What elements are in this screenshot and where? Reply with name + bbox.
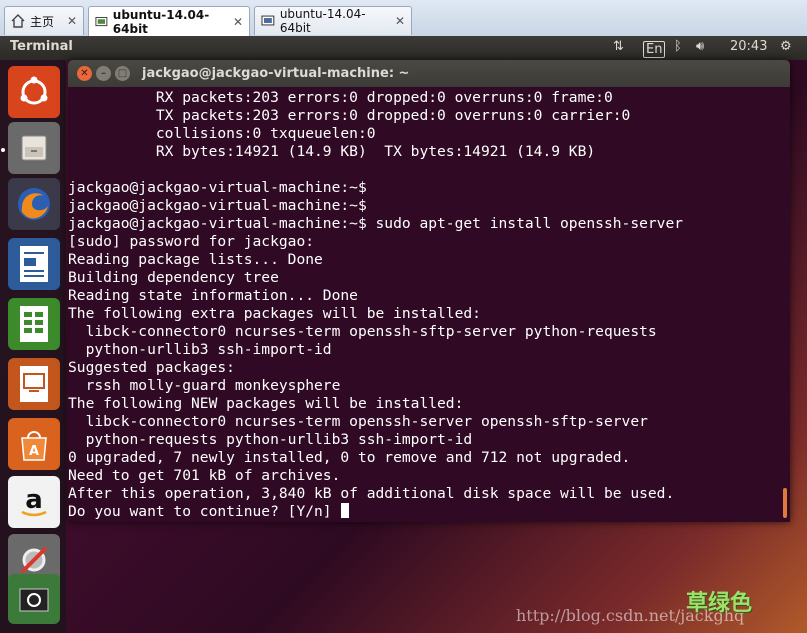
tab-ubuntu-label: ubuntu-14.04-64bit [112, 7, 210, 36]
terminal-line: python-requests python-urllib3 ssh-impor… [68, 431, 473, 448]
terminal-line: RX packets:203 errors:0 dropped:0 overru… [68, 89, 613, 106]
close-icon[interactable]: ✕ [77, 66, 92, 81]
terminal-line: The following NEW packages will be insta… [68, 395, 464, 412]
dash-icon[interactable] [8, 66, 60, 118]
terminal-line: libck-connector0 ncurses-term openssh-sf… [68, 323, 657, 340]
text-cursor [341, 503, 350, 518]
network-icon[interactable]: ⇅ [613, 39, 624, 54]
terminal-line: After this operation, 3,840 kB of additi… [68, 485, 675, 502]
terminal-line: rssh molly-guard monkeysphere [68, 377, 341, 394]
keyboard-layout-indicator[interactable]: En [643, 41, 666, 58]
scrollbar[interactable] [778, 87, 790, 522]
workspace-switcher-icon[interactable] [8, 574, 60, 624]
terminal-line: Need to get 701 kB of archives. [68, 467, 341, 484]
terminal-line: libck-connector0 ncurses-term openssh-se… [68, 413, 648, 430]
active-app-title: Terminal [10, 39, 73, 54]
minimize-icon[interactable]: – [96, 66, 111, 81]
writer-icon[interactable] [8, 238, 60, 290]
terminal-line: python-urllib3 ssh-import-id [68, 341, 332, 358]
terminal-line: [sudo] password for jackgao: [68, 233, 315, 250]
terminal-line: Do you want to continue? [Y/n] [68, 503, 350, 521]
running-indicator [1, 148, 5, 152]
close-tab-icon[interactable]: ✕ [67, 14, 77, 28]
launcher: A a [0, 60, 66, 633]
terminal-line: Suggested packages: [68, 359, 235, 376]
bluetooth-icon[interactable]: ᛒ [674, 39, 682, 54]
maximize-icon[interactable]: □ [115, 66, 130, 81]
calc-icon[interactable] [8, 298, 60, 350]
system-gear-icon[interactable]: ⚙ [780, 39, 792, 54]
terminal-line: jackgao@jackgao-virtual-machine:~$ [68, 179, 367, 196]
tab-ubuntu-2[interactable]: ubuntu-14.04-64bit ✕ [254, 6, 412, 35]
terminal-line: TX packets:203 errors:0 dropped:0 overru… [68, 107, 631, 124]
terminal-line: The following extra packages will be ins… [68, 305, 481, 322]
vm-tab-bar: 主页 ✕ ubuntu-14.04-64bit ✕ ubuntu-14.04-6… [0, 0, 807, 37]
watermark-logo: 草绿色 [686, 591, 753, 616]
close-tab-icon[interactable]: ✕ [395, 14, 405, 28]
scrollbar-thumb[interactable] [783, 488, 787, 518]
terminal-line: collisions:0 txqueuelen:0 [68, 125, 376, 142]
amazon-icon[interactable]: a [8, 476, 60, 528]
terminal-output[interactable]: RX packets:203 errors:0 dropped:0 overru… [68, 87, 778, 522]
vm-icon [95, 16, 108, 26]
terminal-window: ✕ – □ jackgao@jackgao-virtual-machine: ~… [68, 60, 790, 522]
tab-home[interactable]: 主页 ✕ [4, 6, 84, 35]
firefox-icon[interactable] [8, 178, 60, 230]
impress-icon[interactable] [8, 358, 60, 410]
software-center-icon[interactable]: A [8, 418, 60, 470]
terminal-line: Building dependency tree [68, 269, 279, 286]
close-tab-icon[interactable]: ✕ [233, 15, 243, 29]
terminal-line: jackgao@jackgao-virtual-machine:~$ sudo … [68, 215, 684, 232]
tab-ubuntu-active[interactable]: ubuntu-14.04-64bit ✕ [88, 6, 250, 36]
top-panel: Terminal ⇅ En ᛒ 🔊︎ 20:43 ⚙ [0, 36, 807, 60]
terminal-line: Reading package lists... Done [68, 251, 323, 268]
window-titlebar[interactable]: ✕ – □ jackgao@jackgao-virtual-machine: ~ [68, 60, 790, 87]
svg-text:a: a [25, 485, 43, 515]
clock[interactable]: 20:43 [730, 39, 767, 54]
svg-text:A: A [29, 444, 39, 459]
volume-icon[interactable]: 🔊︎ [696, 39, 704, 54]
tab-ubuntu-2-label: ubuntu-14.04-64bit [279, 7, 366, 35]
window-title: jackgao@jackgao-virtual-machine: ~ [142, 66, 410, 81]
terminal-line: jackgao@jackgao-virtual-machine:~$ [68, 197, 367, 214]
tab-home-label: 主页 [30, 14, 55, 29]
vm-icon [261, 15, 275, 26]
terminal-line: 0 upgraded, 7 newly installed, 0 to remo… [68, 449, 631, 466]
terminal-line: Reading state information... Done [68, 287, 358, 304]
home-icon [11, 14, 25, 28]
terminal-line: RX bytes:14921 (14.9 KB) TX bytes:14921 … [68, 143, 596, 160]
files-icon[interactable] [8, 122, 60, 174]
